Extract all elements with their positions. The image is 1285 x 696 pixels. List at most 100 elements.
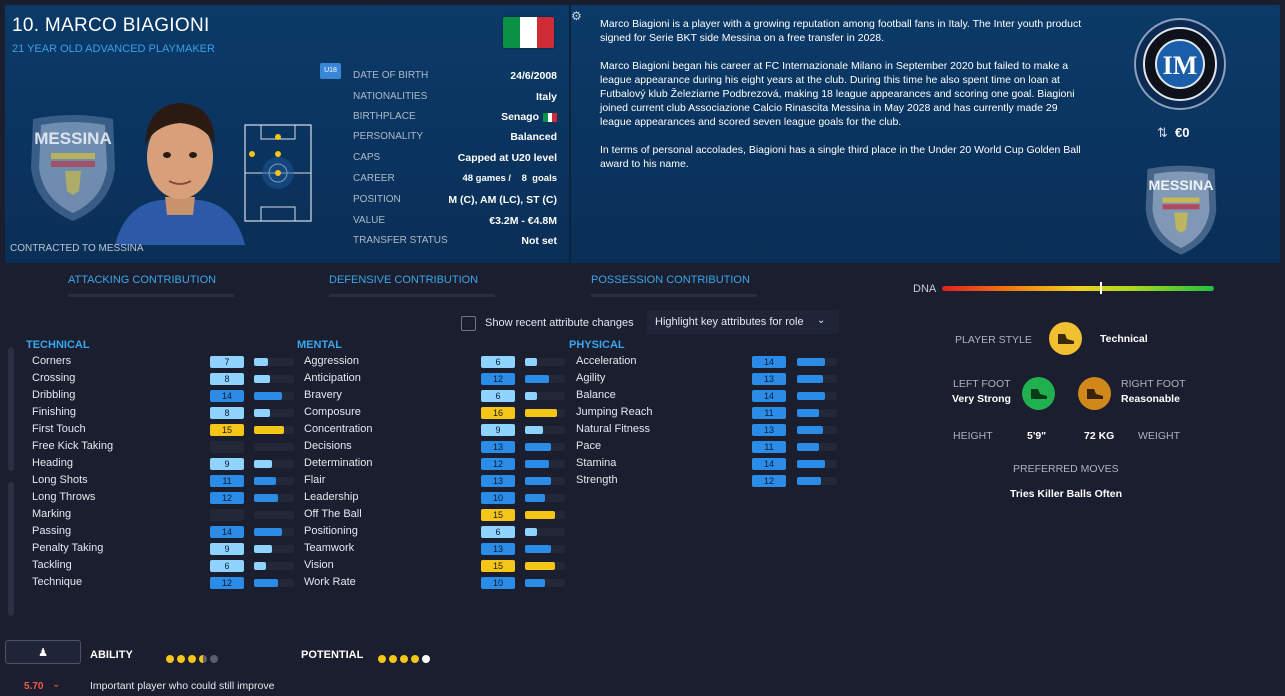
attribute-name: Dribbling xyxy=(32,389,76,401)
rating-value[interactable]: 5.70 xyxy=(24,681,43,692)
info-row: NATIONALITIES Italy xyxy=(353,91,557,109)
scout-button[interactable]: ♟ xyxy=(5,640,81,664)
potential-stars xyxy=(378,650,433,668)
info-value: Italy xyxy=(535,91,557,103)
right-foot-label: RIGHT FOOT xyxy=(1121,378,1186,390)
attribute-bar-fill xyxy=(525,528,537,536)
tab-underline xyxy=(68,294,234,297)
divider xyxy=(569,5,571,263)
attribute-name: Acceleration xyxy=(576,355,637,367)
tab-defensive[interactable]: DEFENSIVE CONTRIBUTION xyxy=(329,274,478,286)
bio-paragraph: Marco Biagioni began his career at FC In… xyxy=(600,60,1075,128)
attribute-bar-fill xyxy=(254,528,282,536)
ability-label: ABILITY xyxy=(90,649,133,661)
info-value: Capped at U20 level xyxy=(457,152,557,164)
attribute-bar xyxy=(525,477,565,485)
attribute-bar xyxy=(254,545,294,553)
attribute-value: 14 xyxy=(210,390,244,402)
attribute-bar-fill xyxy=(797,409,819,417)
mental-title: MENTAL xyxy=(297,339,343,351)
attribute-name: Heading xyxy=(32,457,73,469)
svg-text:IM: IM xyxy=(1163,51,1198,80)
attribute-bar-fill xyxy=(525,477,551,485)
attribute-value: 14 xyxy=(752,356,786,368)
attribute-name: Passing xyxy=(32,525,72,537)
tab-attacking[interactable]: ATTACKING CONTRIBUTION xyxy=(68,274,216,286)
preferred-moves-label: PREFERRED MOVES xyxy=(1013,463,1119,475)
highlight-dropdown[interactable]: Highlight key attributes for role ⌄ xyxy=(647,310,839,334)
attribute-value: 12 xyxy=(481,458,515,470)
transfer-value: €0 xyxy=(1175,125,1190,140)
contract-status: CONTRACTED TO MESSINA xyxy=(10,243,144,254)
attribute-bar-fill xyxy=(525,511,555,519)
gear-icon[interactable]: ⚙ xyxy=(571,9,582,23)
potential-label: POTENTIAL xyxy=(301,649,364,661)
attribute-name: Long Shots xyxy=(32,474,88,486)
star-icon xyxy=(166,655,174,663)
attribute-name: Crossing xyxy=(32,372,76,384)
player-header: 10. MARCO BIAGIONI 21 YEAR OLD ADVANCED … xyxy=(5,5,1280,263)
attribute-bar xyxy=(797,392,837,400)
attribute-name: Long Throws xyxy=(32,491,96,503)
attribute-name: Jumping Reach xyxy=(576,406,653,418)
attribute-value: 7 xyxy=(210,356,244,368)
attribute-bar xyxy=(525,443,565,451)
attribute-name: Positioning xyxy=(304,525,358,537)
info-key: BIRTHPLACE xyxy=(353,111,416,122)
attribute-bar xyxy=(525,528,565,536)
attribute-name: Pace xyxy=(576,440,602,452)
attribute-name: Off The Ball xyxy=(304,508,362,520)
attribute-value: 12 xyxy=(752,475,786,487)
info-value: M (C), AM (LC), ST (C) xyxy=(448,194,557,206)
attribute-value: 8 xyxy=(210,373,244,385)
attribute-bar xyxy=(525,375,565,383)
attribute-name: Natural Fitness xyxy=(576,423,650,435)
right-foot-icon xyxy=(1078,377,1111,410)
attribute-bar xyxy=(797,409,837,417)
boot-icon xyxy=(1049,322,1082,355)
info-key: PERSONALITY xyxy=(353,131,424,142)
attribute-bar xyxy=(254,375,294,383)
attribute-value: 13 xyxy=(481,475,515,487)
info-key: CAREER xyxy=(353,173,395,184)
attribute-bar xyxy=(525,460,565,468)
player-name: 10. MARCO BIAGIONI xyxy=(12,15,210,36)
attribute-bar-fill xyxy=(254,477,276,485)
attribute-bar-fill xyxy=(525,494,545,502)
chevron-down-icon: ⌄ xyxy=(817,315,826,326)
attribute-name: First Touch xyxy=(32,423,86,435)
left-foot-label: LEFT FOOT xyxy=(953,378,1011,390)
position-pitch xyxy=(244,124,312,222)
attribute-bar xyxy=(797,375,837,383)
tab-possession[interactable]: POSSESSION CONTRIBUTION xyxy=(591,274,750,286)
info-value: €3.2M - €4.8M xyxy=(489,215,557,227)
attribute-name: Vision xyxy=(304,559,334,571)
attribute-bar xyxy=(797,477,837,485)
scrollbar[interactable] xyxy=(8,482,14,616)
show-changes-checkbox[interactable] xyxy=(461,316,476,331)
left-foot-icon xyxy=(1022,377,1055,410)
attribute-bar-fill xyxy=(797,477,821,485)
attribute-name: Penalty Taking xyxy=(32,542,104,554)
attribute-name: Marking xyxy=(32,508,72,520)
attribute-name: Concentration xyxy=(304,423,373,435)
bio-paragraph: In terms of personal accolades, Biagioni… xyxy=(600,144,1081,170)
scrollbar[interactable] xyxy=(8,347,14,471)
attribute-value: 11 xyxy=(752,441,786,453)
attribute-value: 6 xyxy=(481,390,515,402)
attribute-bar xyxy=(254,562,294,570)
chevron-down-icon[interactable]: ⌄ xyxy=(52,679,60,690)
attribute-name: Agility xyxy=(576,372,606,384)
height-value: 5'9" xyxy=(1027,430,1047,442)
attribute-bar-fill xyxy=(525,375,549,383)
attribute-bar xyxy=(254,528,294,536)
attribute-name: Bravery xyxy=(304,389,342,401)
attribute-bar-fill xyxy=(797,443,819,451)
attribute-bar-fill xyxy=(254,494,278,502)
attribute-bar-fill xyxy=(254,375,270,383)
show-changes-label: Show recent attribute changes xyxy=(485,317,634,329)
weight-value: 72 KG xyxy=(1084,430,1115,442)
info-row: CAREER 48 games / 8 goals xyxy=(353,173,557,191)
attribute-bar xyxy=(525,579,565,587)
attribute-bar-fill xyxy=(525,460,549,468)
